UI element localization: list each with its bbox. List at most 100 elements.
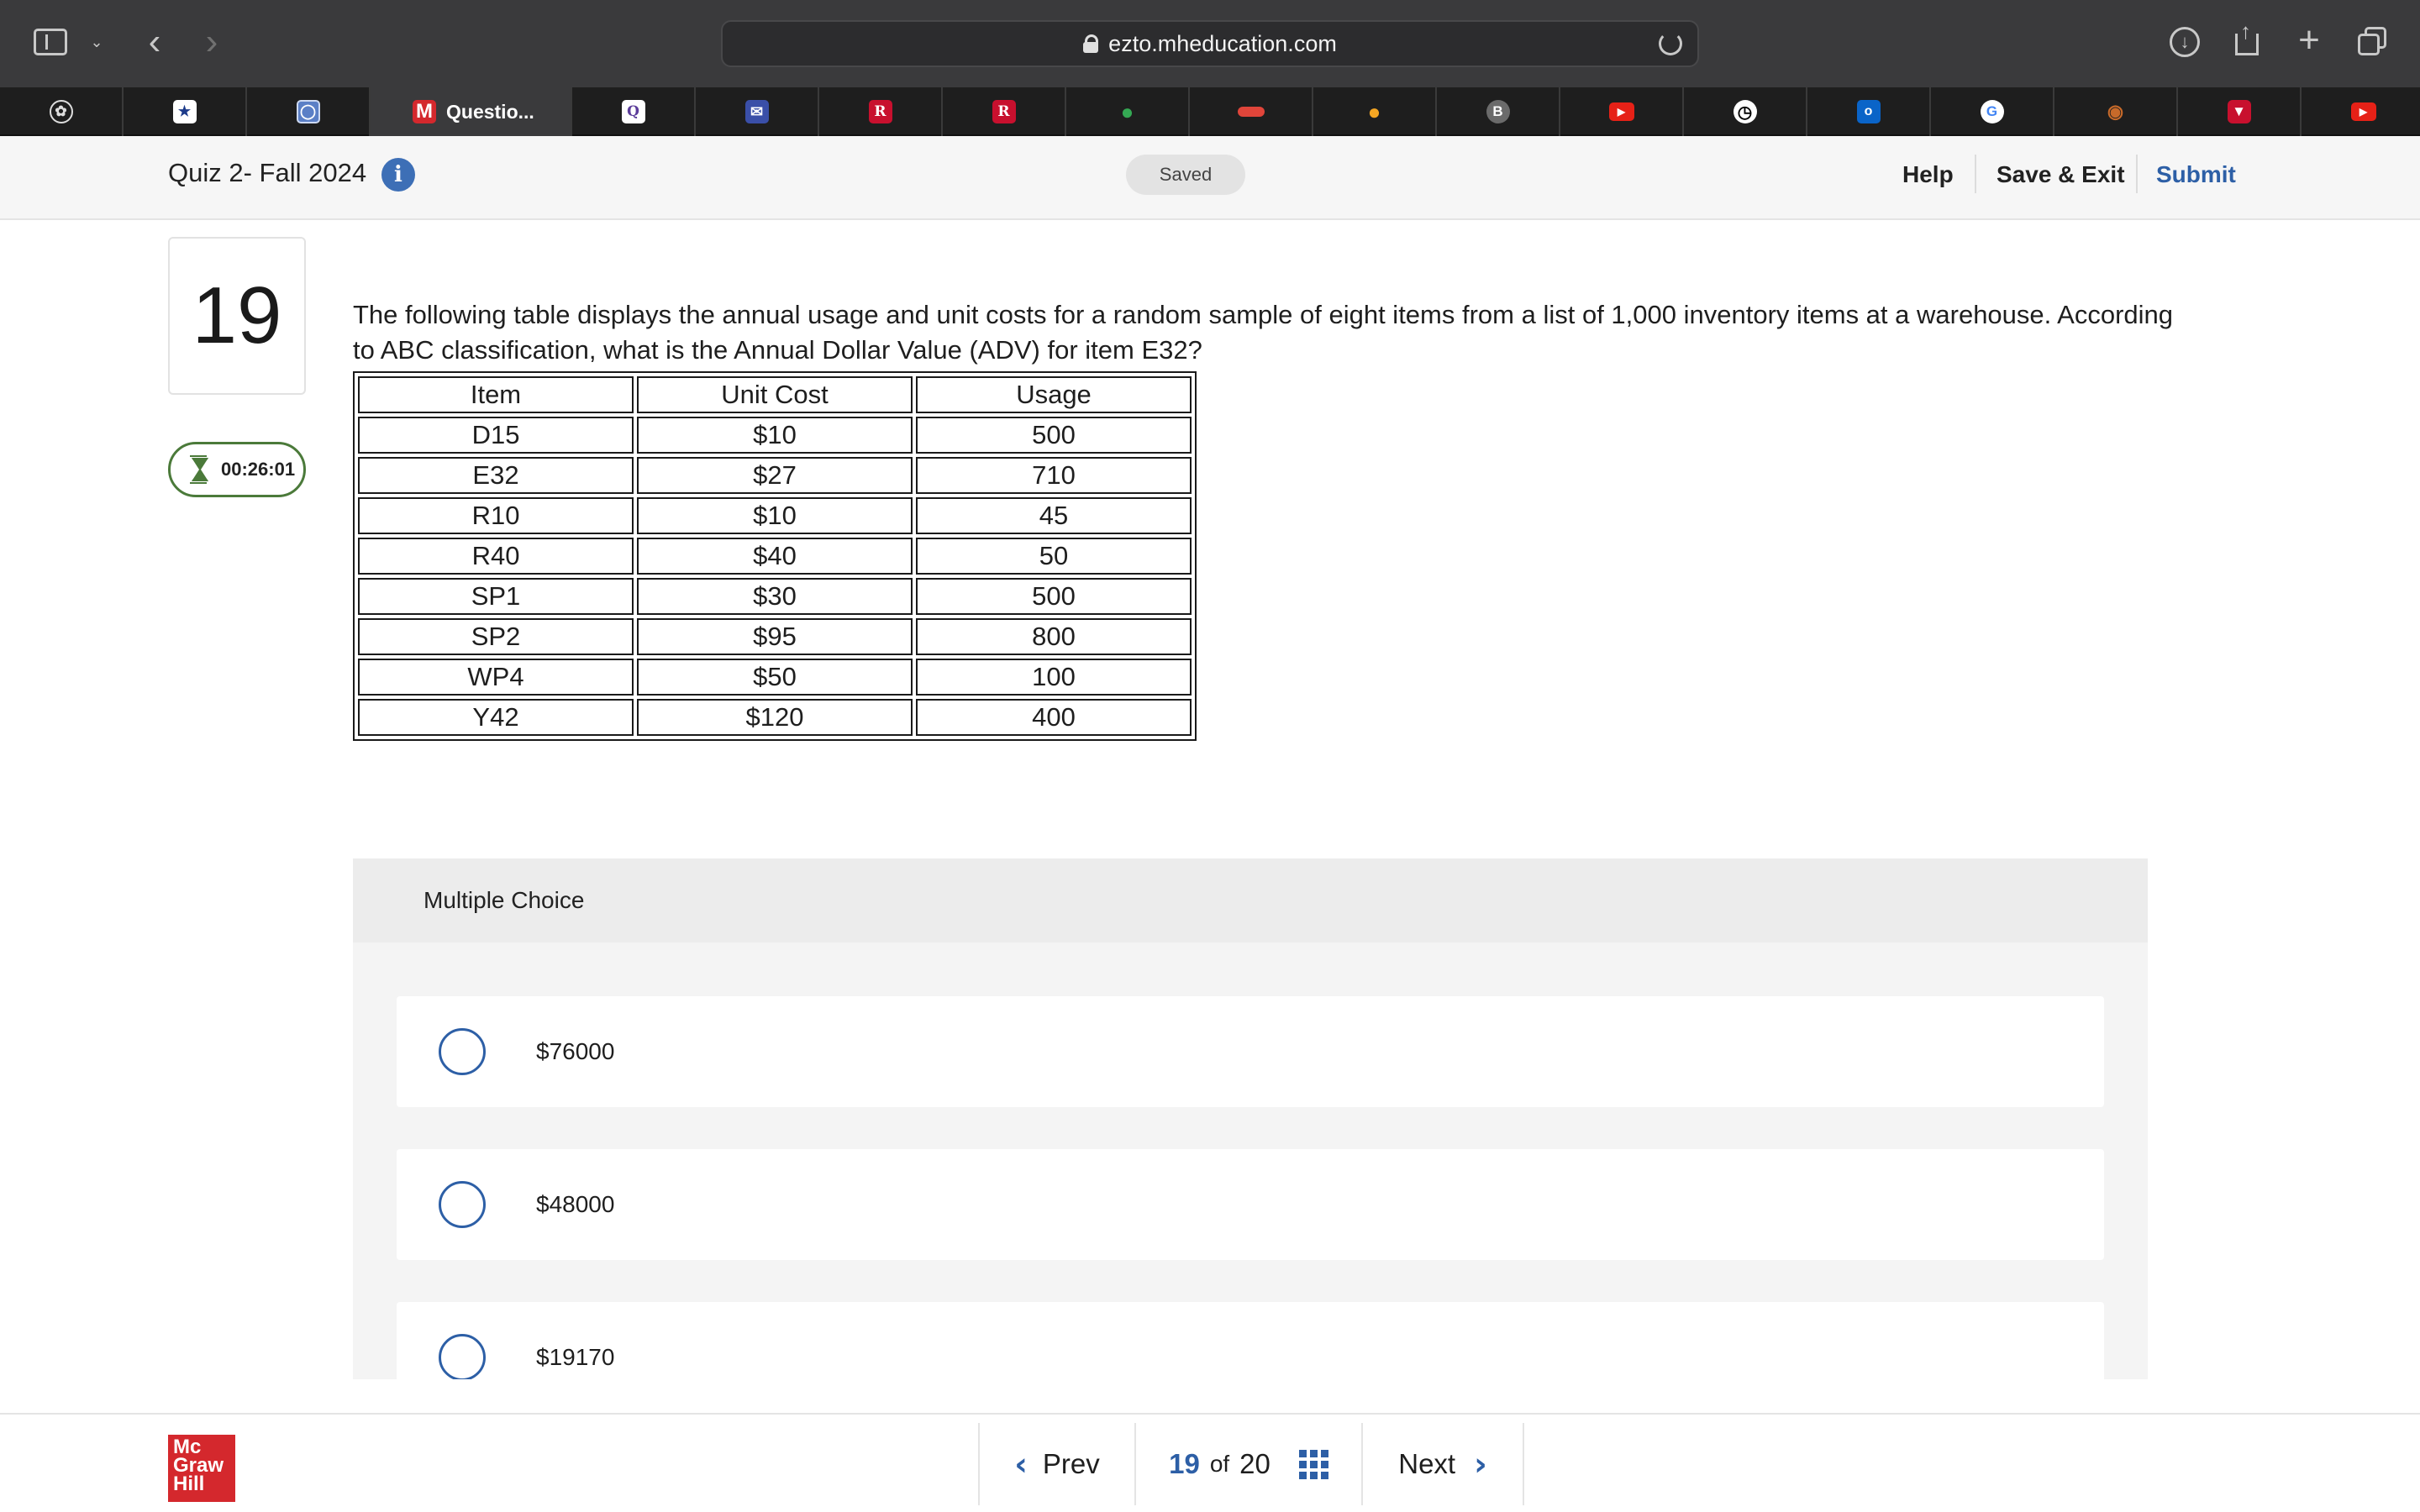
tab-outlook[interactable]: o xyxy=(1807,87,1931,136)
table-row: WP4 $50 100 xyxy=(358,659,1192,696)
tab-openai[interactable]: ✿ xyxy=(0,87,124,136)
r-logo-icon: R xyxy=(992,100,1016,123)
prev-button[interactable]: ‹ Prev xyxy=(978,1423,1134,1505)
question-number: 19 xyxy=(168,237,306,395)
downloads-icon[interactable]: ↓ xyxy=(2170,27,2200,57)
radio-button[interactable] xyxy=(439,1181,486,1228)
next-label: Next xyxy=(1398,1448,1456,1479)
page-indicator-button[interactable]: 19 of 20 xyxy=(1134,1423,1361,1505)
quiz-q-icon: Q xyxy=(621,100,645,123)
multiple-choice-panel: Multiple Choice $76000 $48000 $19170 xyxy=(353,858,2148,1379)
address-bar[interactable]: ezto.mheducation.com xyxy=(721,20,1699,67)
tab-b[interactable]: B xyxy=(1437,87,1560,136)
multiple-choice-header: Multiple Choice xyxy=(353,858,2148,942)
table-cell: E32 xyxy=(358,457,634,494)
timer-value: 00:26:01 xyxy=(221,459,296,480)
submit-button[interactable]: Submit xyxy=(2156,161,2236,188)
table-cell: 710 xyxy=(916,457,1192,494)
answer-choice[interactable]: $19170 xyxy=(397,1302,2104,1379)
tab-questions-label: Questio... xyxy=(446,100,534,123)
tab-location[interactable]: ● xyxy=(1313,87,1437,136)
tab-shield[interactable]: ◯ xyxy=(247,87,371,136)
answer-choice[interactable]: $48000 xyxy=(397,1149,2104,1260)
table-row: SP1 $30 500 xyxy=(358,578,1192,615)
lock-icon xyxy=(1083,34,1099,53)
table-cell: SP1 xyxy=(358,578,634,615)
answer-choice-label: $48000 xyxy=(536,1191,615,1217)
tab-r-one[interactable]: R xyxy=(819,87,943,136)
info-icon[interactable]: i xyxy=(381,158,415,192)
radio-button[interactable] xyxy=(439,1334,486,1379)
youtube-icon: ▶ xyxy=(2350,102,2376,121)
back-arrow-icon[interactable]: ‹ xyxy=(141,21,168,62)
tab-shield-red[interactable]: ▼ xyxy=(2178,87,2302,136)
table-cell: $10 xyxy=(637,497,913,534)
tab-maps[interactable]: ● xyxy=(1066,87,1190,136)
inventory-table: Item Unit Cost Usage D15 $10 500 E32 $27 710… xyxy=(353,371,1197,741)
map-pin-icon: ● xyxy=(1120,98,1134,124)
new-tab-icon[interactable]: + xyxy=(2292,19,2326,60)
table-cell: $95 xyxy=(637,618,913,655)
outlook-icon: o xyxy=(1856,100,1881,123)
tab-youtube-one[interactable]: ▶ xyxy=(1560,87,1684,136)
table-cell: 800 xyxy=(916,618,1192,655)
table-cell: R10 xyxy=(358,497,634,534)
url-text: ezto.mheducation.com xyxy=(1108,30,1337,56)
forward-arrow-icon[interactable]: › xyxy=(198,21,225,62)
quiz-title: Quiz 2- Fall 2024 xyxy=(168,158,367,187)
tab-overview-icon[interactable] xyxy=(2358,27,2388,57)
reload-icon[interactable] xyxy=(1659,32,1682,55)
question-prompt: The following table displays the annual … xyxy=(353,300,2174,365)
tab-mail[interactable]: ✉ xyxy=(696,87,819,136)
quiz-header: Quiz 2- Fall 2024 i Saved Help Save & Ex… xyxy=(0,136,2420,220)
tab-star[interactable]: ★ xyxy=(124,87,247,136)
prev-label: Prev xyxy=(1042,1448,1100,1479)
tab-quizlet[interactable]: Q xyxy=(572,87,696,136)
help-button[interactable]: Help xyxy=(1902,161,1954,188)
current-page: 19 xyxy=(1169,1448,1200,1479)
question-navigation: ‹ Prev 19 of 20 Next › xyxy=(978,1423,1524,1505)
table-row: Y42 $120 400 xyxy=(358,699,1192,736)
table-cell: 500 xyxy=(916,578,1192,615)
table-cell: 50 xyxy=(916,538,1192,575)
tab-youtube-two[interactable]: ▶ xyxy=(2302,87,2420,136)
column-header: Usage xyxy=(916,376,1192,413)
table-cell: WP4 xyxy=(358,659,634,696)
table-header-row: Item Unit Cost Usage xyxy=(358,376,1192,413)
chevron-down-icon[interactable]: ⌄ xyxy=(86,30,108,54)
timer[interactable]: 00:26:01 xyxy=(168,442,306,497)
table-cell: $10 xyxy=(637,417,913,454)
total-pages: 20 xyxy=(1239,1448,1270,1479)
tab-clock[interactable]: ◷ xyxy=(1684,87,1807,136)
of-label: of xyxy=(1209,1451,1230,1477)
table-cell: $40 xyxy=(637,538,913,575)
answer-choice[interactable]: $76000 xyxy=(397,996,2104,1107)
share-icon[interactable]: ↑ xyxy=(2233,18,2260,57)
table-cell: D15 xyxy=(358,417,634,454)
browser-toolbar: ⌄ ‹ › ezto.mheducation.com ↓ ↑ + xyxy=(0,0,2420,87)
table-cell: 500 xyxy=(916,417,1192,454)
next-button[interactable]: Next › xyxy=(1361,1423,1524,1505)
youtube-icon: ▶ xyxy=(1608,102,1634,121)
table-cell: 45 xyxy=(916,497,1192,534)
tab-bar: ✿ ★ ◯ M Questio... Q ✉ R R ● ● B ▶ ◷ o G… xyxy=(0,87,2420,136)
logo-line: Hill xyxy=(173,1473,205,1495)
tab-r-two[interactable]: R xyxy=(943,87,1066,136)
clock-icon: ◷ xyxy=(1733,100,1757,123)
mcgraw-hill-logo: Mc Graw Hill xyxy=(168,1435,235,1502)
sidebar-toggle-icon[interactable] xyxy=(34,29,67,55)
tab-bag[interactable]: ◉ xyxy=(2054,87,2178,136)
tab-google[interactable]: G xyxy=(1931,87,2054,136)
table-row: R40 $40 50 xyxy=(358,538,1192,575)
mcgraw-m-icon: M xyxy=(413,100,436,123)
radio-button[interactable] xyxy=(439,1028,486,1075)
save-exit-button[interactable]: Save & Exit xyxy=(1996,161,2125,188)
table-row: D15 $10 500 xyxy=(358,417,1192,454)
tab-questions[interactable]: M Questio... xyxy=(371,87,572,136)
tab-pill[interactable] xyxy=(1190,87,1313,136)
table-cell: 400 xyxy=(916,699,1192,736)
bag-icon: ◉ xyxy=(2107,101,2124,122)
google-icon: G xyxy=(1980,100,2004,123)
header-divider xyxy=(1975,155,1976,193)
table-cell: $120 xyxy=(637,699,913,736)
